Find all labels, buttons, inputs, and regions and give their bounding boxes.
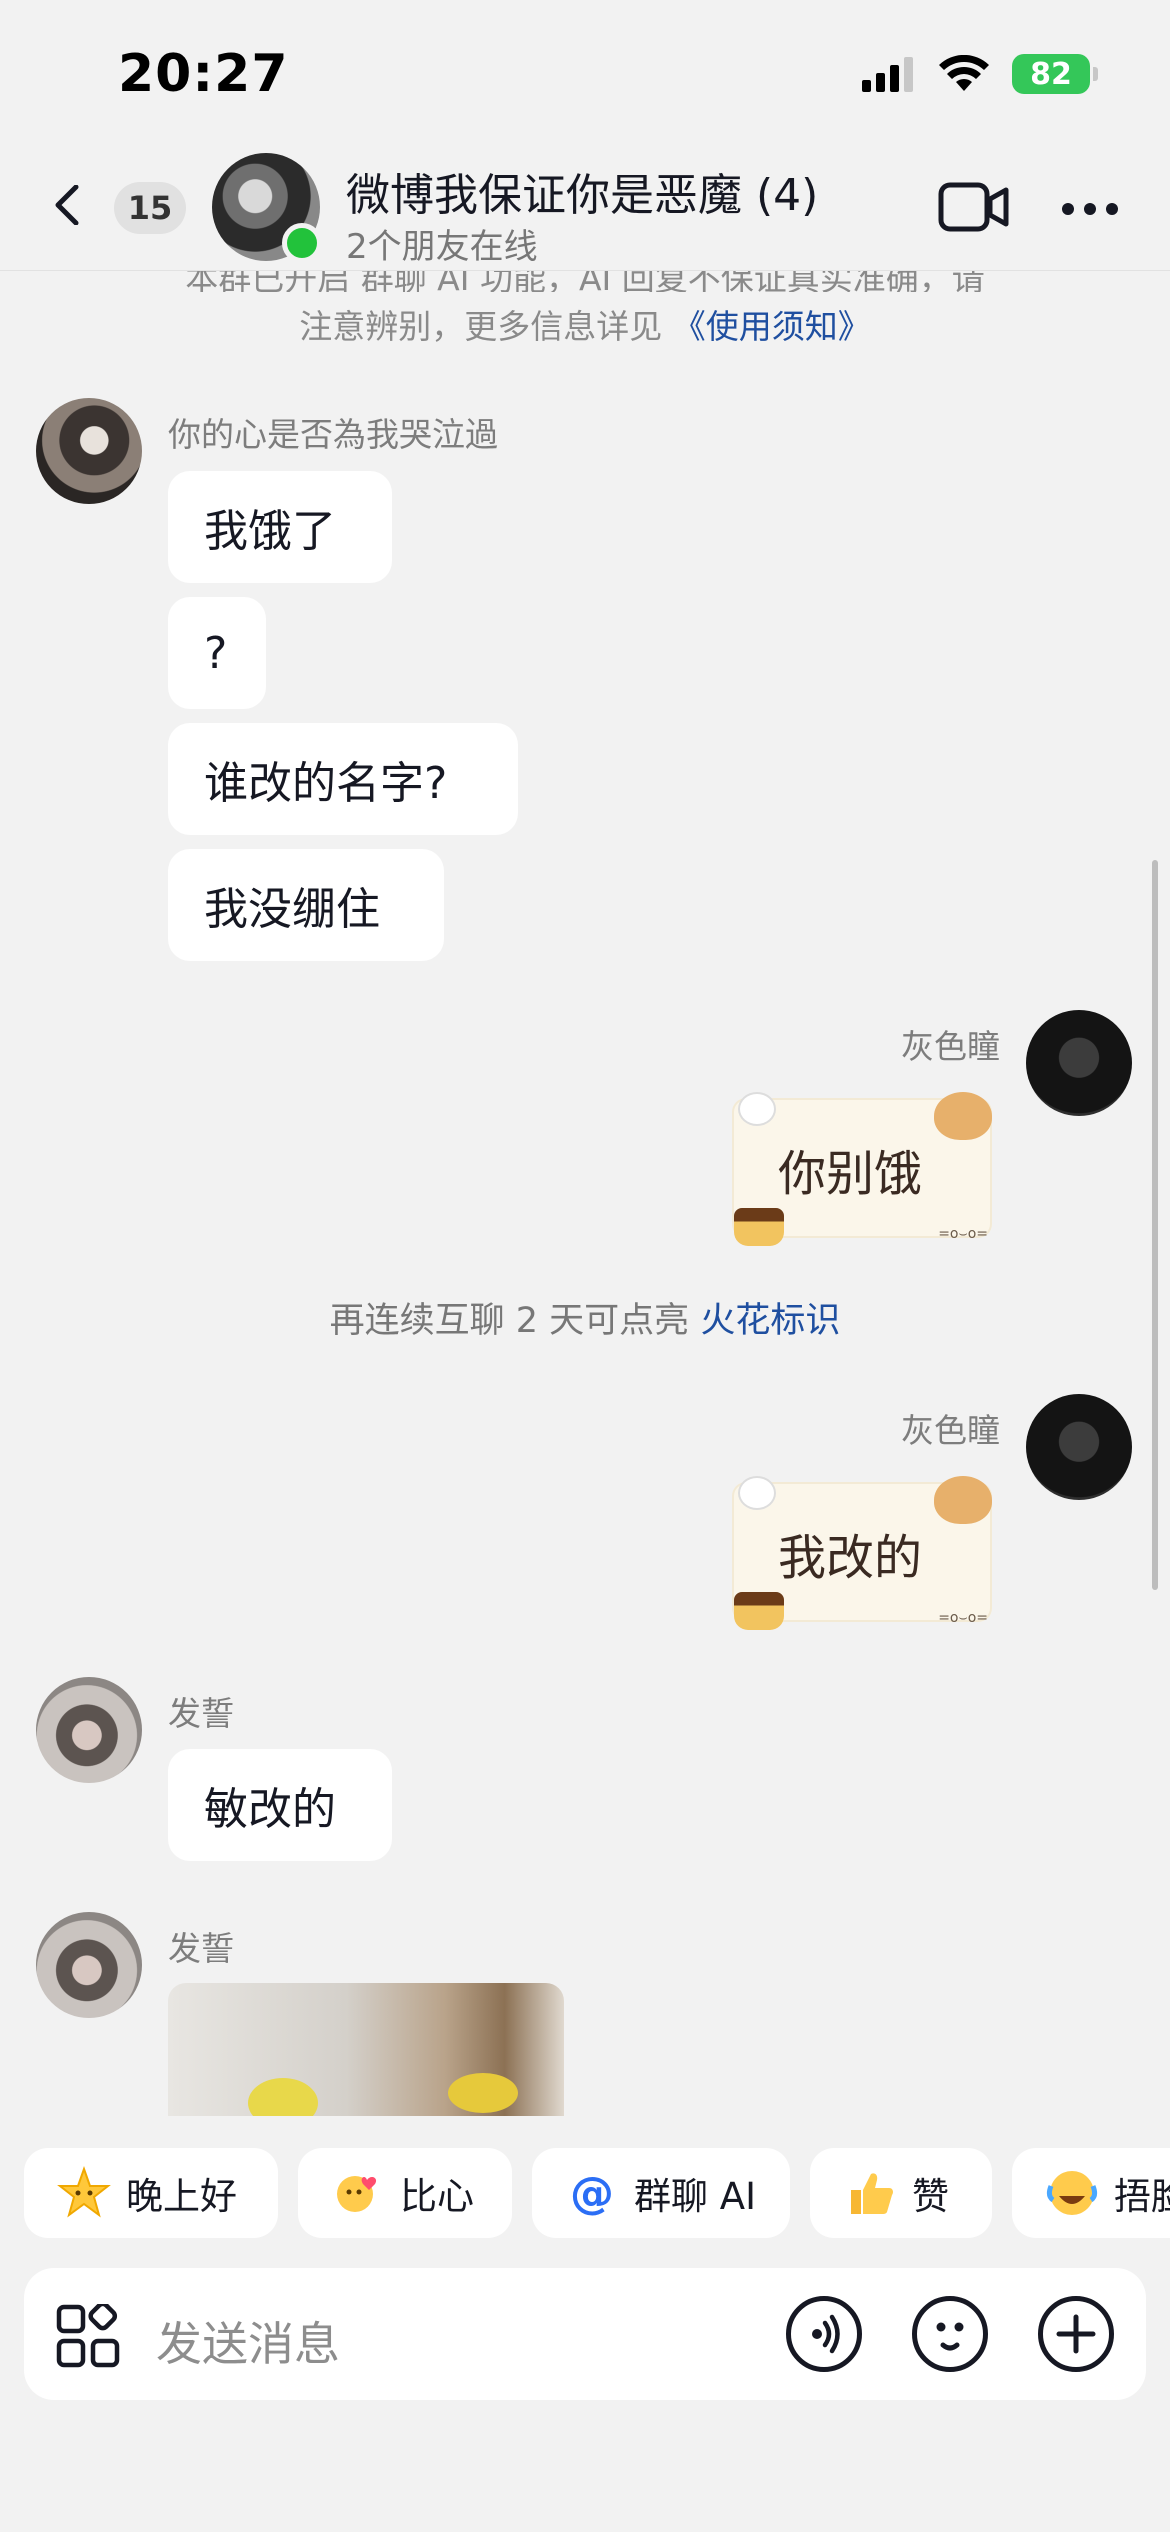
system-message: 再连续互聊 2 天可点亮 火花标识 xyxy=(0,1292,1170,1343)
avatar[interactable] xyxy=(36,398,142,504)
sender-name: 灰色瞳 xyxy=(901,1411,1000,1450)
star-emoji-icon xyxy=(56,2165,112,2221)
plus-icon[interactable] xyxy=(1038,2296,1114,2372)
quick-reply-label: 赞 xyxy=(912,2175,949,2218)
sender-name: 发誓 xyxy=(168,1694,234,1733)
sender-name: 灰色瞳 xyxy=(901,1027,1000,1066)
voice-input-icon[interactable] xyxy=(786,2296,862,2372)
quick-reply-heart[interactable]: 比心 xyxy=(298,2148,512,2238)
scrollbar[interactable] xyxy=(1152,860,1158,1590)
sticker-message[interactable]: 我改的 =o⌣o= xyxy=(732,1476,992,1630)
signal-icon xyxy=(862,57,913,92)
message-input-bar: 发送消息 xyxy=(24,2268,1146,2400)
bear-icon xyxy=(934,1476,992,1524)
quick-reply-label: 比心 xyxy=(400,2175,474,2218)
online-friends-count: 2个朋友在线 xyxy=(346,227,538,267)
owo-face-icon: =o⌣o= xyxy=(938,1610,988,1626)
usage-terms-link[interactable]: 《使用须知》 xyxy=(673,307,871,346)
image-content xyxy=(448,2073,518,2113)
quick-reply-label: 晚上好 xyxy=(126,2175,237,2218)
sticker-text: 我改的 xyxy=(778,1530,923,1586)
avatar[interactable] xyxy=(1026,1010,1132,1116)
message-bubble[interactable]: 敏改的 xyxy=(168,1749,392,1861)
quick-reply-like[interactable]: 赞 xyxy=(810,2148,992,2238)
apps-grid-icon[interactable] xyxy=(56,2304,120,2368)
status-icons: 82 xyxy=(862,54,1098,94)
pudding-icon xyxy=(734,1208,784,1246)
sender-name: 你的心是否為我哭泣過 xyxy=(168,415,498,454)
message-input[interactable]: 发送消息 xyxy=(156,2308,340,2374)
system-text: 再连续互聊 2 天可点亮 xyxy=(329,1301,690,1341)
owo-face-icon: =o⌣o= xyxy=(938,1226,988,1242)
quick-reply-group-ai[interactable]: @ 群聊 AI xyxy=(532,2148,790,2238)
avatar[interactable] xyxy=(36,1677,142,1783)
spark-badge-link[interactable]: 火花标识 xyxy=(700,1301,840,1341)
ai-notice-line-2: 注意辨别，更多信息详见 《使用须知》 xyxy=(150,300,1020,348)
quick-reply-label: 群聊 AI xyxy=(634,2175,756,2218)
battery-icon: 82 xyxy=(1012,54,1098,94)
emoji-icon[interactable] xyxy=(912,2296,988,2372)
sender-name: 发誓 xyxy=(168,1929,234,1968)
quick-reply-facepalm[interactable]: 捂脸 xyxy=(1012,2148,1170,2238)
status-time: 20:27 xyxy=(118,44,289,104)
group-title[interactable]: 微博我保证你是恶魔 (4) xyxy=(346,159,818,223)
bear-icon xyxy=(934,1092,992,1140)
ai-notice-text: 注意辨别，更多信息详见 xyxy=(299,307,663,346)
pudding-icon xyxy=(734,1592,784,1630)
avatar[interactable] xyxy=(36,1912,142,2018)
video-call-icon[interactable] xyxy=(938,181,1010,233)
image-message[interactable] xyxy=(168,1983,564,2116)
at-icon: @ xyxy=(570,2167,614,2219)
image-content xyxy=(248,2078,318,2116)
sticker-message[interactable]: 你别饿 =o⌣o= xyxy=(732,1092,992,1246)
sticker-text: 你别饿 xyxy=(778,1146,923,1202)
laugh-cry-emoji-icon xyxy=(1044,2165,1100,2221)
message-bubble[interactable]: 我没绷住 xyxy=(168,849,444,961)
quick-reply-label: 捂脸 xyxy=(1114,2175,1170,2218)
message-bubble[interactable]: 谁改的名字? xyxy=(168,723,518,835)
online-status-dot xyxy=(282,223,322,263)
quick-reply-good-evening[interactable]: 晚上好 xyxy=(24,2148,278,2238)
paw-icon xyxy=(738,1092,776,1126)
battery-level: 82 xyxy=(1030,56,1072,92)
back-arrow-icon[interactable] xyxy=(48,185,88,225)
wifi-icon xyxy=(939,55,989,91)
message-bubble[interactable]: 我饿了 xyxy=(168,471,392,583)
thumbs-up-icon xyxy=(842,2165,898,2221)
heart-hand-emoji-icon xyxy=(330,2165,386,2221)
unread-badge[interactable]: 15 xyxy=(114,182,186,234)
chat-header: 15 微博我保证你是恶魔 (4) 2个朋友在线 xyxy=(0,135,1170,271)
paw-icon xyxy=(738,1476,776,1510)
avatar[interactable] xyxy=(1026,1394,1132,1500)
message-bubble[interactable]: ? xyxy=(168,597,266,709)
more-options-icon[interactable] xyxy=(1060,201,1120,217)
